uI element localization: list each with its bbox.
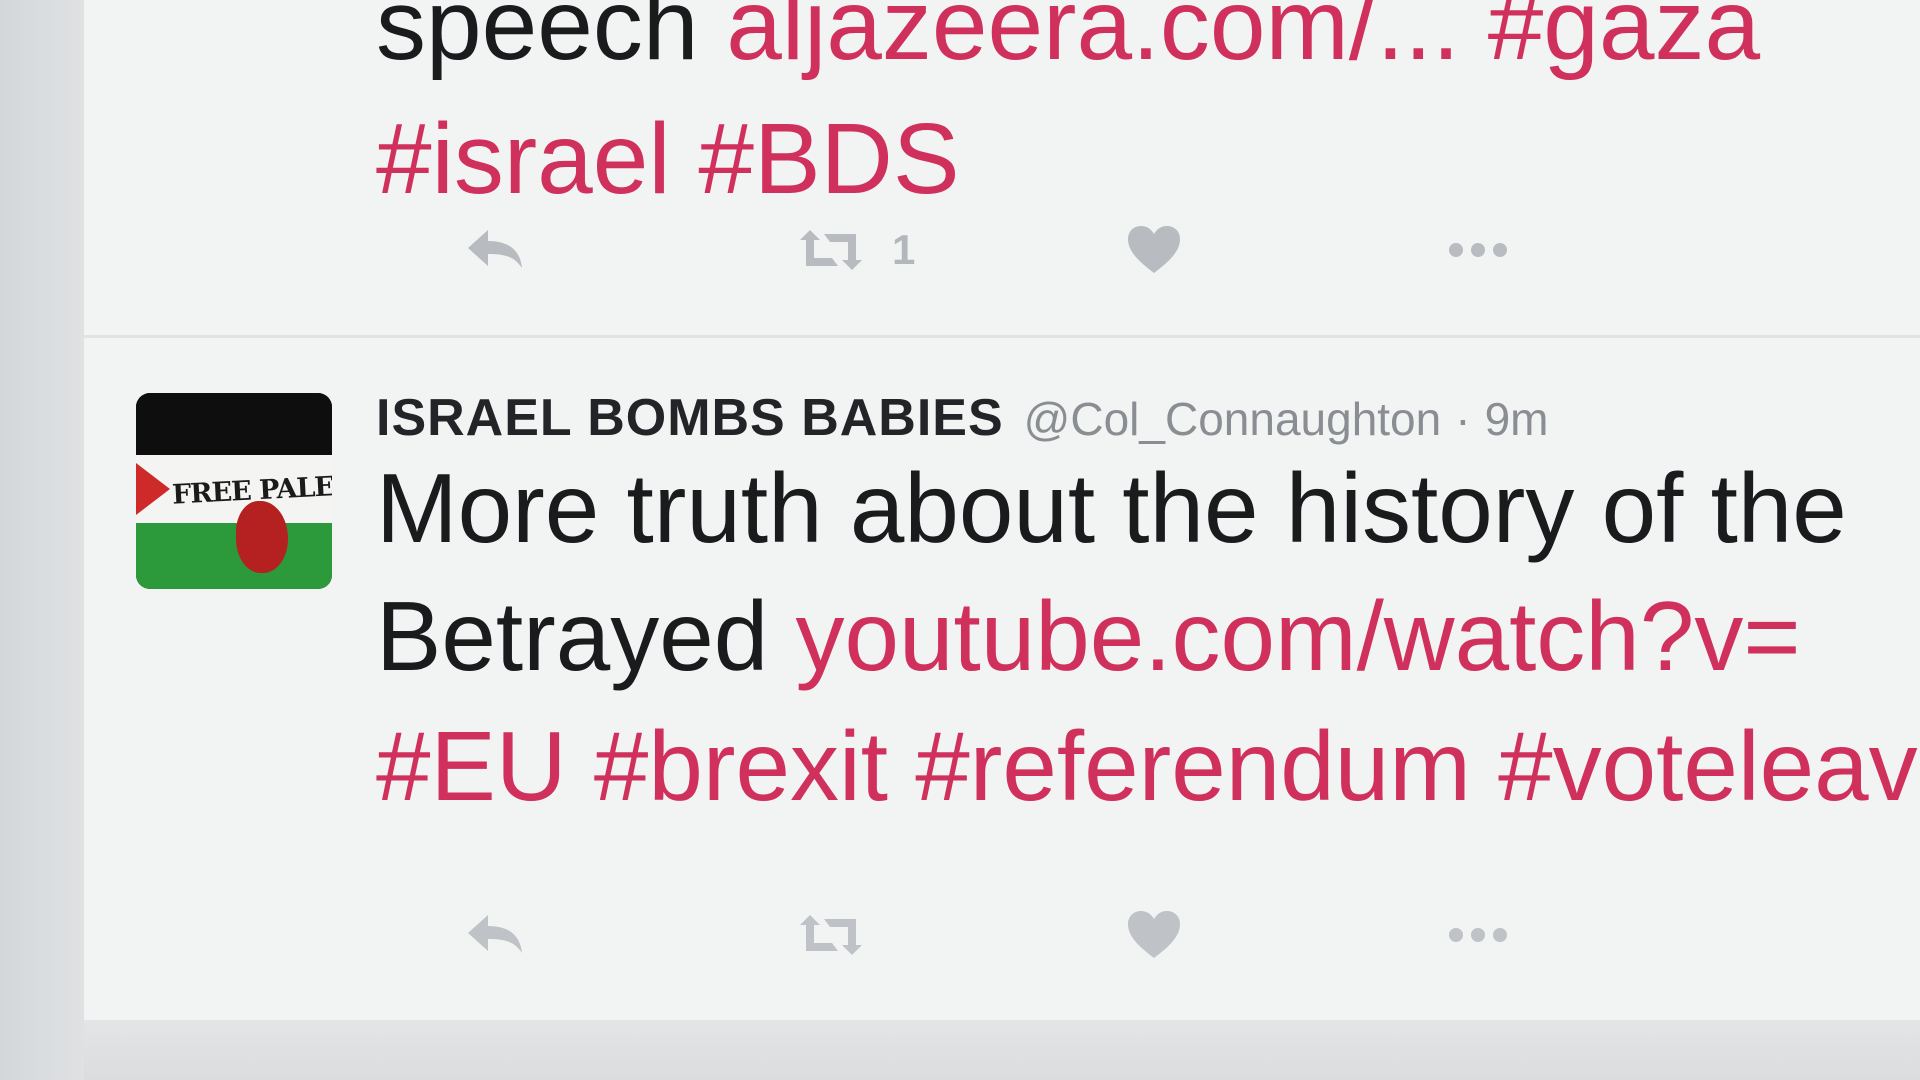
- tweet-header: ISRAEL BOMBS BABIES @Col_Connaughton · 9…: [376, 388, 1548, 448]
- display-name[interactable]: ISRAEL BOMBS BABIES: [376, 388, 1004, 448]
- more-button[interactable]: [1446, 900, 1510, 970]
- avatar[interactable]: FREE PALES: [136, 393, 332, 589]
- tweet-action-bar: 1: [376, 215, 1676, 285]
- screen: speech aljazeera.com/... #gaza #israel #…: [0, 0, 1920, 1080]
- user-handle[interactable]: @Col_Connaughton: [1024, 392, 1442, 446]
- timeline: speech aljazeera.com/... #gaza #israel #…: [84, 0, 1920, 1080]
- tweet-text-line: speech aljazeera.com/... #gaza: [376, 0, 1760, 83]
- tweet-text: speech: [376, 0, 727, 81]
- more-dots-icon: [1449, 243, 1507, 257]
- tweet-link[interactable]: aljazeera.com/...: [726, 0, 1460, 81]
- retweet-count: 1: [892, 226, 916, 273]
- heart-icon: [1128, 226, 1180, 273]
- tweet-text-line: #EU #brexit #referendum #voteleave: [376, 710, 1920, 823]
- retweet-icon: [800, 915, 862, 955]
- hashtag[interactable]: #gaza: [1460, 0, 1760, 81]
- tweet-link[interactable]: youtube.com/watch?v=: [795, 581, 1800, 691]
- header-separator: ·: [1455, 393, 1471, 445]
- tweet-text: More truth about the history of the: [376, 453, 1847, 563]
- tweet-text: Betrayed: [376, 581, 796, 691]
- like-button[interactable]: [1126, 900, 1182, 970]
- retweet-icon: [800, 230, 862, 270]
- reply-icon: [468, 915, 522, 953]
- retweet-button[interactable]: [796, 900, 866, 970]
- tweet-text-line: #israel #BDS: [376, 102, 960, 217]
- tweet-action-bar: [376, 900, 1676, 970]
- hashtag-list[interactable]: #israel #BDS: [376, 103, 960, 215]
- heart-icon: [1128, 911, 1180, 958]
- like-button[interactable]: [1126, 215, 1182, 285]
- hashtag-list[interactable]: #EU #brexit #referendum #voteleave: [376, 711, 1920, 821]
- tweet[interactable]: speech aljazeera.com/... #gaza #israel #…: [84, 0, 1920, 338]
- reply-button[interactable]: [466, 215, 524, 285]
- left-gutter: [0, 0, 84, 1080]
- timestamp[interactable]: 9m: [1485, 392, 1549, 446]
- more-dots-icon: [1449, 928, 1507, 942]
- reply-button[interactable]: [466, 900, 524, 970]
- tweet[interactable]: FREE PALES ISRAEL BOMBS BABIES @Col_Conn…: [84, 340, 1920, 1023]
- tweet-text-line: More truth about the history of the: [376, 452, 1847, 565]
- more-button[interactable]: [1446, 215, 1510, 285]
- reply-icon: [468, 230, 522, 268]
- retweet-button[interactable]: 1: [796, 215, 915, 285]
- tweet-text-line: Betrayed youtube.com/watch?v=: [376, 580, 1801, 693]
- timeline-bottom-edge: [84, 1020, 1920, 1080]
